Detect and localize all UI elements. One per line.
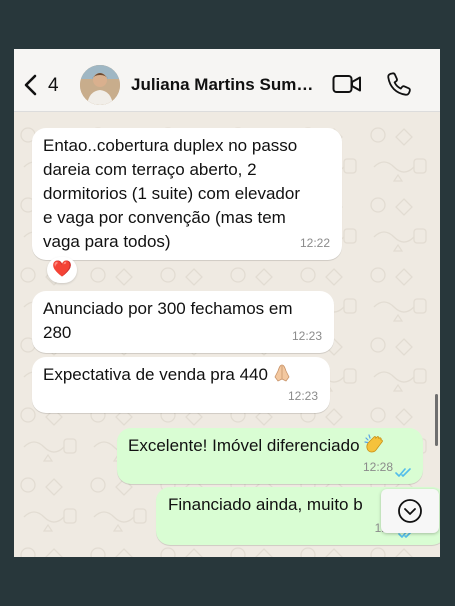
- message-time: 12:23: [291, 329, 322, 343]
- message-time: 12:23: [287, 389, 318, 403]
- chevron-left-icon[interactable]: [22, 73, 40, 97]
- message-text: Entao..cobertura duplex no passo dareia …: [43, 136, 300, 251]
- video-call-icon[interactable]: [332, 73, 362, 95]
- unread-count[interactable]: 4: [48, 75, 59, 97]
- message-text: Anunciado por 300 fechamos em 280: [43, 299, 293, 342]
- message-time: 12:28: [362, 460, 393, 474]
- phone-call-icon[interactable]: [386, 71, 412, 97]
- heart-reaction[interactable]: ❤️: [47, 257, 77, 283]
- message-bubble-outgoing[interactable]: Excelente! Imóvel diferenciado 12:28: [117, 428, 423, 484]
- folded-hands-emoji: [274, 364, 290, 382]
- message-bubble-incoming[interactable]: Expectativa de venda pra 440 12:23: [32, 357, 330, 413]
- message-bubble-incoming[interactable]: Anunciado por 300 fechamos em 280 12:23: [32, 291, 334, 353]
- message-text: Expectativa de venda pra 440: [43, 363, 318, 387]
- read-receipt-icon: [395, 468, 411, 477]
- clapping-hands-emoji: [363, 434, 383, 453]
- chat-screen: 4 Juliana Martins Sum… Entao..cobertura …: [14, 49, 440, 557]
- message-text-content: Expectativa de venda pra 440: [43, 365, 268, 384]
- message-bubble-incoming[interactable]: Entao..cobertura duplex no passo dareia …: [32, 128, 342, 260]
- chevron-down-circle-icon: [398, 499, 422, 523]
- contact-name[interactable]: Juliana Martins Sum…: [131, 75, 323, 95]
- scrollbar[interactable]: [435, 394, 438, 446]
- avatar[interactable]: [80, 65, 120, 105]
- message-time: 12:22: [299, 236, 330, 250]
- scroll-to-bottom-button[interactable]: [381, 489, 439, 533]
- chat-header: 4 Juliana Martins Sum…: [14, 49, 440, 112]
- message-text-content: Excelente! Imóvel diferenciado: [128, 436, 360, 455]
